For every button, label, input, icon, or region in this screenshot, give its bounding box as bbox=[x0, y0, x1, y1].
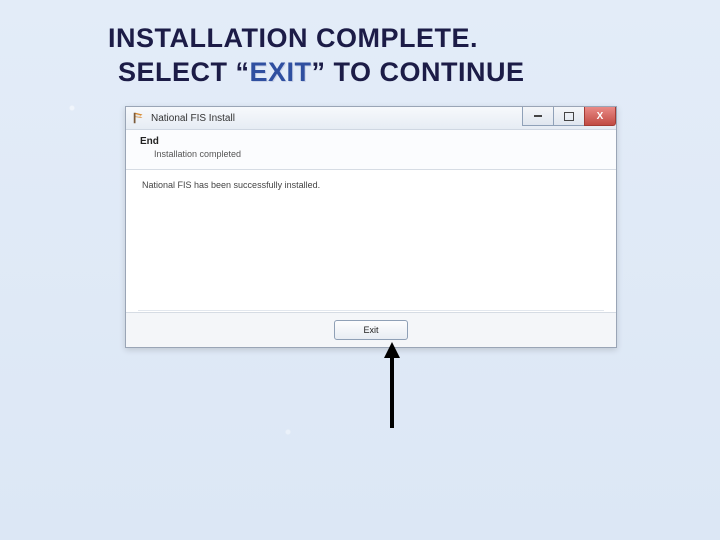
headline-line2-pre: SELECT “ bbox=[118, 57, 250, 87]
callout-arrow bbox=[386, 342, 398, 428]
slide-headline: INSTALLATION COMPLETE. SELECT “EXIT” TO … bbox=[108, 22, 680, 90]
section-subtitle: Installation completed bbox=[154, 149, 606, 159]
headline-line2: SELECT “EXIT” TO CONTINUE bbox=[108, 56, 680, 90]
installer-window: National FIS Install X End Installation … bbox=[125, 106, 617, 348]
close-button[interactable]: X bbox=[584, 107, 616, 126]
titlebar[interactable]: National FIS Install X bbox=[126, 107, 616, 130]
separator bbox=[138, 310, 604, 311]
minimize-icon bbox=[534, 115, 542, 117]
exit-button-label: Exit bbox=[363, 325, 378, 335]
footer-bar: Exit bbox=[126, 313, 616, 347]
install-success-message: National FIS has been successfully insta… bbox=[142, 180, 600, 190]
exit-button[interactable]: Exit bbox=[334, 320, 408, 340]
body-area: National FIS has been successfully insta… bbox=[126, 170, 616, 313]
minimize-button[interactable] bbox=[522, 107, 554, 126]
section-title: End bbox=[140, 136, 606, 147]
close-icon: X bbox=[597, 111, 604, 122]
maximize-icon bbox=[564, 112, 574, 121]
headline-line1: INSTALLATION COMPLETE. bbox=[108, 22, 680, 56]
slide-background: INSTALLATION COMPLETE. SELECT “EXIT” TO … bbox=[0, 0, 720, 540]
window-controls: X bbox=[523, 107, 616, 125]
section-header: End Installation completed bbox=[126, 130, 616, 170]
headline-line2-post: ” TO CONTINUE bbox=[312, 57, 525, 87]
maximize-button[interactable] bbox=[553, 107, 585, 126]
app-icon bbox=[132, 111, 146, 125]
arrow-shaft bbox=[390, 356, 394, 428]
window-title: National FIS Install bbox=[151, 113, 235, 124]
headline-exit-word: EXIT bbox=[250, 57, 312, 87]
